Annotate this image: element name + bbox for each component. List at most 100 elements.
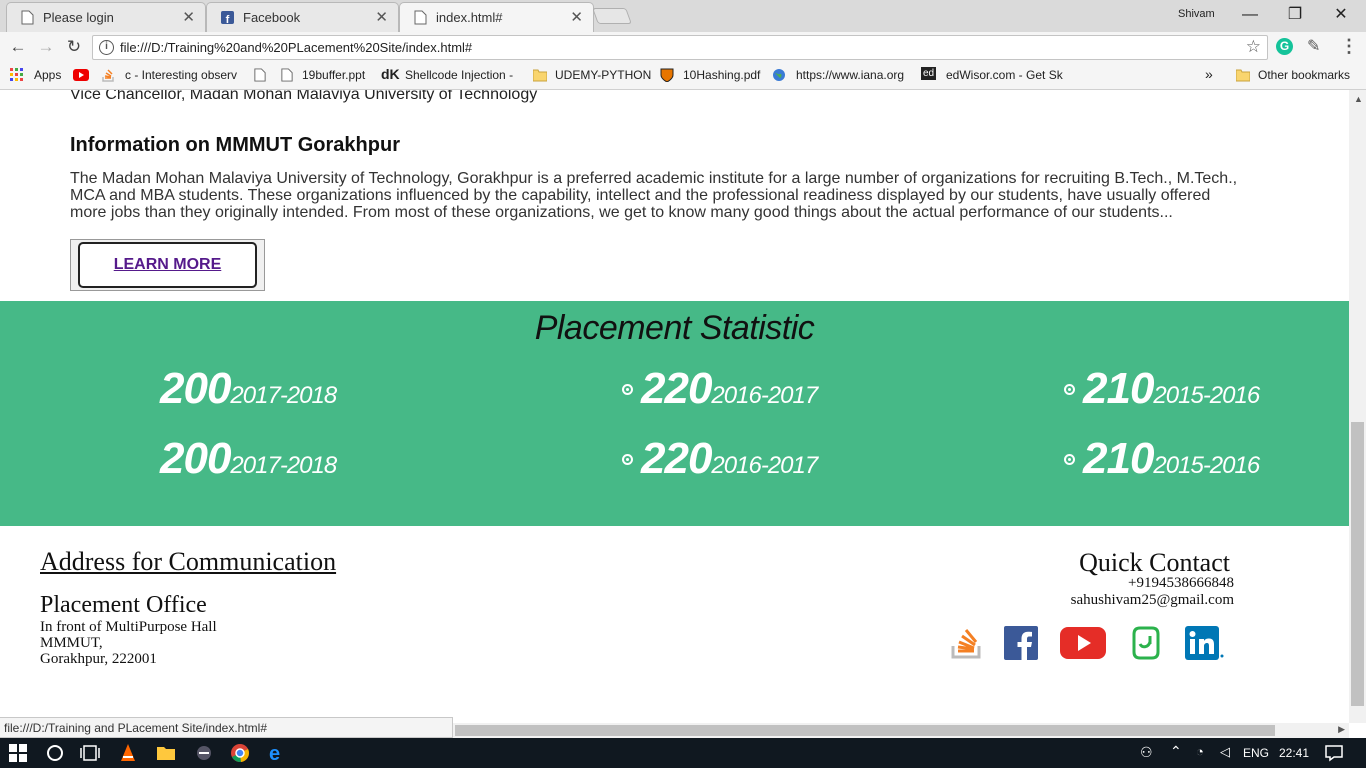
bookmark-19buffer[interactable]: 19buffer.ppt (302, 68, 365, 82)
close-icon[interactable]: ✕ (182, 8, 195, 26)
stat-number: 220 (641, 364, 712, 413)
contact-phone: +919453866684​8 (1128, 575, 1234, 591)
stat-item: 2002017-2018 (160, 434, 337, 484)
tab-please-login[interactable]: Please login ✕ (6, 2, 206, 32)
stackoverflow-icon[interactable] (949, 626, 985, 660)
facebook-icon[interactable] (1003, 626, 1039, 660)
file-explorer-icon[interactable] (156, 743, 176, 763)
people-icon[interactable]: ⚇ (1140, 744, 1153, 761)
facebook-favicon: f (221, 11, 234, 25)
svg-text:f: f (226, 14, 230, 25)
folder-icon (533, 69, 547, 82)
stat-year: 2016-2017 (711, 382, 818, 409)
menu-icon[interactable]: ⋮ (1340, 36, 1358, 57)
tab-index[interactable]: index.html# ✕ (399, 2, 594, 32)
info-icon[interactable]: i (99, 40, 114, 55)
saavn-icon[interactable] (1128, 626, 1164, 660)
bookmark-iana[interactable]: https://www.iana.org (796, 68, 904, 82)
contact-email[interactable]: sahushivam25@gmail.com (1071, 592, 1234, 609)
globe-icon (773, 69, 785, 81)
tab-facebook[interactable]: f Facebook ✕ (206, 2, 399, 32)
stat-item: 2102015-2016 (1064, 434, 1260, 484)
office-name: Placement Office (40, 592, 207, 618)
edge-icon[interactable]: e (267, 743, 287, 763)
address-line: In front of MultiPurpose Hall (40, 619, 217, 635)
stat-year: 2016-2017 (711, 452, 818, 479)
close-window-button[interactable]: ✕ (1318, 3, 1364, 27)
address-bar[interactable]: i file:///D:/Training%20and%20PLacement%… (92, 35, 1268, 60)
bookmark-edwisor[interactable]: edWisor.com - Get Sk (946, 68, 1063, 82)
info-heading: Information on MMMUT Gorakhpur (70, 134, 400, 156)
page-content: Vice Chancellor, Madan Mohan Malaviya Un… (0, 90, 1349, 723)
bullet-icon (622, 384, 633, 395)
stats-title: Placement Statistic (534, 309, 815, 347)
vertical-scrollbar[interactable]: ▲ (1349, 90, 1366, 723)
page-icon[interactable] (253, 68, 267, 82)
new-tab-button[interactable] (592, 8, 632, 24)
other-bookmarks[interactable]: Other bookmarks (1258, 68, 1350, 82)
address-line: MMMUT, (40, 635, 103, 651)
reload-button[interactable]: ↻ (63, 36, 85, 58)
close-icon[interactable]: ✕ (375, 8, 388, 26)
search-icon[interactable] (45, 743, 65, 763)
clock[interactable]: 22:41 (1279, 746, 1309, 760)
svg-text:e: e (269, 743, 280, 763)
bookmark-apps[interactable]: Apps (34, 68, 61, 82)
stat-item: 2002017-2018 (160, 364, 337, 414)
chrome-icon[interactable] (230, 743, 250, 763)
scroll-right-arrow[interactable]: ▶ (1338, 724, 1345, 735)
address-line: Gorakhpur, 222001 (40, 651, 157, 667)
stat-year: 2015-2016 (1153, 382, 1260, 409)
stat-number: 200 (160, 364, 231, 413)
apps-icon (10, 68, 23, 81)
chevron-up-icon[interactable]: ⌃ (1170, 743, 1182, 760)
bullet-icon (622, 454, 633, 465)
bookmark-hashing[interactable]: 10Hashing.pdf (683, 68, 760, 82)
windows-taskbar: e ⚇ ⌃ ◔ ◁ ENG 22:41 (0, 738, 1366, 768)
linkedin-icon[interactable] (1184, 626, 1226, 660)
browser-toolbar: ← → ↻ i file:///D:/Training%20and%20PLac… (0, 32, 1366, 62)
restore-button[interactable]: ❐ (1272, 3, 1318, 27)
minimize-button[interactable]: — (1227, 3, 1273, 27)
language-indicator[interactable]: ENG (1243, 746, 1269, 760)
learn-more-button[interactable]: LEARN MORE (78, 242, 257, 288)
folder-icon (1236, 69, 1250, 82)
scrollbar-thumb[interactable] (455, 725, 1275, 736)
bookmark-c-interesting[interactable]: c - Interesting observ (125, 68, 237, 82)
placement-stats-section: Placement Statistic 2002017-2018 2202016… (0, 301, 1349, 526)
extension-icon[interactable]: ✎ (1307, 36, 1320, 56)
youtube-icon[interactable] (73, 68, 89, 82)
wifi-icon[interactable]: ◔ (1196, 744, 1204, 759)
stat-item: 2102015-2016 (1064, 364, 1260, 414)
bookmark-shellcode[interactable]: Shellcode Injection - (405, 68, 513, 82)
back-button[interactable]: ← (7, 36, 29, 58)
page-icon (21, 10, 34, 25)
bookmark-star-icon[interactable]: ☆ (1246, 37, 1261, 57)
task-view-icon[interactable] (80, 743, 100, 763)
app-icon[interactable] (194, 743, 214, 763)
address-title: Address for Communication (40, 547, 337, 576)
bullet-icon (1064, 454, 1075, 465)
profile-name[interactable]: Shivam (1178, 8, 1215, 20)
grammarly-icon[interactable]: G (1276, 38, 1293, 55)
tab-title: Facebook (243, 10, 301, 25)
youtube-icon[interactable] (1059, 626, 1107, 660)
tab-title: Please login (43, 10, 114, 25)
volume-icon[interactable]: ◁ (1220, 744, 1230, 760)
footer: Address for Communication Placement Offi… (0, 526, 1349, 723)
windows-start-icon[interactable] (9, 743, 27, 763)
url-text[interactable]: file:///D:/Training%20and%20PLacement%20… (120, 40, 472, 55)
forward-button[interactable]: → (35, 36, 57, 58)
bookmark-udemy-python[interactable]: UDEMY-PYTHON (555, 68, 651, 82)
vlc-icon[interactable] (118, 743, 138, 763)
more-bookmarks-button[interactable]: » (1205, 66, 1213, 82)
bullet-icon (1064, 384, 1075, 395)
scroll-up-arrow[interactable]: ▲ (1354, 94, 1363, 104)
close-icon[interactable]: ✕ (570, 8, 583, 26)
stat-item: 2202016-2017 (622, 364, 818, 414)
scrollbar-thumb[interactable] (1351, 422, 1364, 706)
vice-chancellor-caption: Vice Chancellor, Madan Mohan Malaviya Un… (70, 90, 538, 103)
notification-icon[interactable] (1324, 743, 1344, 763)
page-icon (414, 10, 427, 25)
stat-year: 2017-2018 (230, 452, 337, 479)
